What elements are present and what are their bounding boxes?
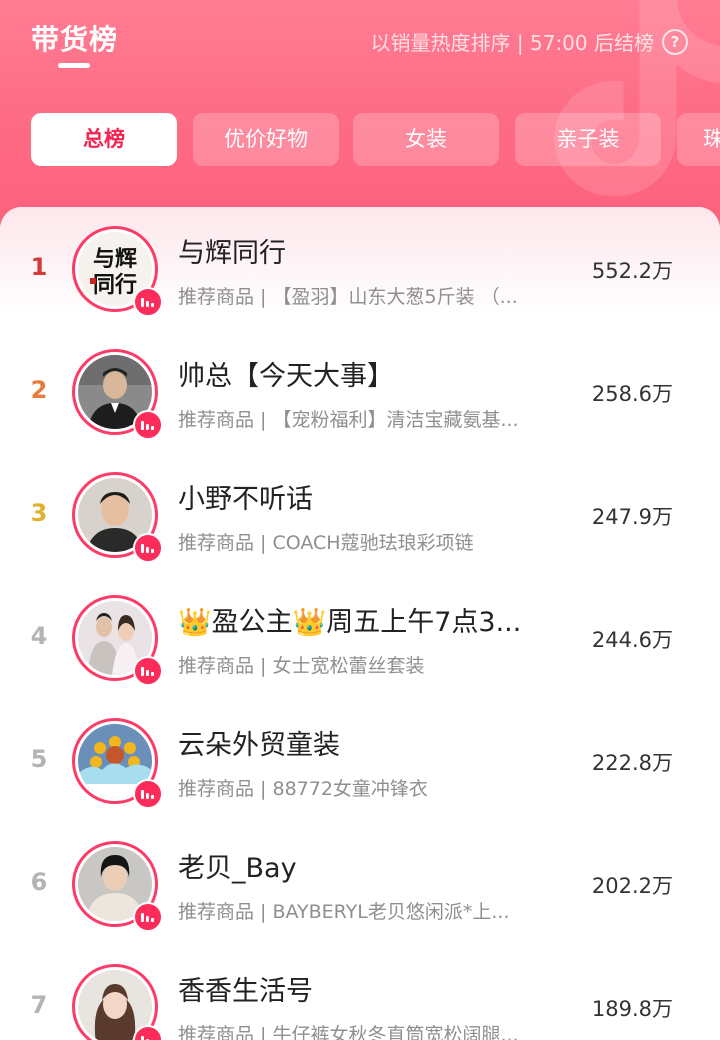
page-title[interactable]: 带货榜 bbox=[31, 18, 118, 58]
live-indicator-icon bbox=[133, 533, 163, 563]
title-row: 带货榜 以销量热度排序 | 57:00 后结榜 ? bbox=[0, 0, 720, 90]
streamer-name[interactable]: 香香生活号 bbox=[178, 969, 558, 1008]
tab-overall[interactable]: 总榜 bbox=[31, 113, 177, 166]
live-indicator-icon bbox=[133, 902, 163, 932]
sales-value: 244.6万 bbox=[591, 628, 673, 652]
sales-value: 202.2万 bbox=[591, 874, 673, 898]
rank-number: 6 bbox=[30, 868, 48, 896]
list-item[interactable]: 1 与辉 同行 与辉同行 推荐商品 | 【盈羽】山东大葱5斤装 （... 552… bbox=[0, 207, 720, 330]
live-indicator-icon bbox=[133, 410, 163, 440]
rank-number: 4 bbox=[30, 622, 48, 650]
tab-jewelry[interactable]: 珠 bbox=[677, 113, 720, 166]
sales-value: 222.8万 bbox=[591, 751, 673, 775]
list-item[interactable]: 5 云朵外贸童装 推荐商品 | 88772女童冲锋衣 222.8万 bbox=[0, 699, 720, 822]
recommended-product: 推荐商品 | 【盈羽】山东大葱5斤装 （... bbox=[178, 286, 518, 308]
sales-value: 247.9万 bbox=[591, 505, 673, 529]
ranking-list: 1 与辉 同行 与辉同行 推荐商品 | 【盈羽】山东大葱5斤装 （... 552… bbox=[0, 207, 720, 1040]
ranking-rule-text: 以销量热度排序 | 57:00 后结榜 bbox=[370, 31, 654, 55]
streamer-name[interactable]: 云朵外贸童装 bbox=[178, 723, 558, 762]
live-indicator-icon bbox=[133, 287, 163, 317]
rank-number: 7 bbox=[30, 991, 48, 1019]
streamer-name[interactable]: 帅总【今天大事】 bbox=[178, 354, 558, 393]
live-indicator-icon bbox=[133, 779, 163, 809]
list-item[interactable]: 4 👑盈公主👑周五上午7点3... 推荐商品 | 女士宽松蕾丝套装 244.6万 bbox=[0, 576, 720, 699]
title-underline bbox=[58, 63, 90, 68]
rank-number: 2 bbox=[30, 376, 48, 404]
list-item[interactable]: 6 老贝_Bay 推荐商品 | BAYBERYL老贝悠闲派*上... 202.2… bbox=[0, 822, 720, 945]
sales-value: 258.6万 bbox=[591, 382, 673, 406]
recommended-product: 推荐商品 | COACH蔻驰珐琅彩项链 bbox=[178, 532, 474, 554]
live-indicator-icon bbox=[133, 656, 163, 686]
header: 带货榜 以销量热度排序 | 57:00 后结榜 ? 总榜 优价好物 女装 亲子装… bbox=[0, 0, 720, 240]
tab-parent-child-wear[interactable]: 亲子装 bbox=[515, 113, 661, 166]
recommended-product: 推荐商品 | 牛仔裤女秋冬直筒宽松阔腿... bbox=[178, 1024, 519, 1040]
question-circle-icon[interactable]: ? bbox=[662, 29, 688, 55]
recommended-product: 推荐商品 | 女士宽松蕾丝套装 bbox=[178, 655, 425, 677]
streamer-name[interactable]: 老贝_Bay bbox=[178, 846, 558, 885]
sales-value: 552.2万 bbox=[591, 259, 673, 283]
recommended-product: 推荐商品 | 88772女童冲锋衣 bbox=[178, 778, 428, 800]
svg-text:与辉: 与辉 bbox=[93, 246, 137, 272]
list-item[interactable]: 7 香香生活号 推荐商品 | 牛仔裤女秋冬直筒宽松阔腿... 189.8万 bbox=[0, 945, 720, 1040]
rank-number: 5 bbox=[30, 745, 48, 773]
recommended-product: 推荐商品 | BAYBERYL老贝悠闲派*上... bbox=[178, 901, 510, 923]
streamer-name[interactable]: 小野不听话 bbox=[178, 477, 558, 516]
streamer-name[interactable]: 与辉同行 bbox=[178, 231, 558, 270]
tab-good-value[interactable]: 优价好物 bbox=[193, 113, 339, 166]
sales-value: 189.8万 bbox=[591, 997, 673, 1021]
category-tabs: 总榜 优价好物 女装 亲子装 珠 bbox=[31, 113, 720, 166]
recommended-product: 推荐商品 | 【宠粉福利】清洁宝藏氨基... bbox=[178, 409, 519, 431]
streamer-name[interactable]: 👑盈公主👑周五上午7点3... bbox=[178, 600, 558, 639]
rank-number: 1 bbox=[30, 253, 48, 281]
list-item[interactable]: 3 小野不听话 推荐商品 | COACH蔻驰珐琅彩项链 247.9万 bbox=[0, 453, 720, 576]
tab-womens-wear[interactable]: 女装 bbox=[353, 113, 499, 166]
svg-text:同行: 同行 bbox=[93, 272, 137, 298]
rank-number: 3 bbox=[30, 499, 48, 527]
list-item[interactable]: 2 帅总【今天大事】 推荐商品 | 【宠粉福利】清洁宝藏氨基... 258.6万 bbox=[0, 330, 720, 453]
